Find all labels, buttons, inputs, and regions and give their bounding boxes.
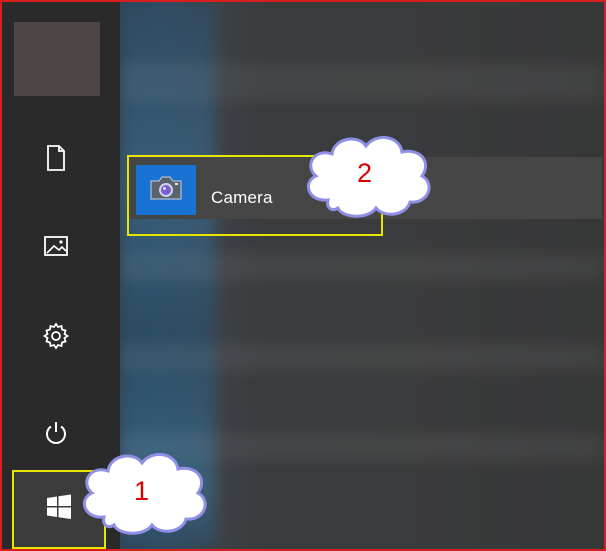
power-icon bbox=[43, 420, 69, 446]
documents-button[interactable] bbox=[30, 132, 82, 184]
tiles-blur-band bbox=[120, 252, 604, 282]
windows-logo-icon bbox=[45, 493, 73, 526]
callout-number-1: 1 bbox=[134, 476, 150, 506]
screenshot-frame: Camera 2 1 bbox=[0, 0, 606, 551]
user-avatar[interactable] bbox=[14, 22, 100, 96]
settings-gear-icon bbox=[42, 322, 70, 350]
pictures-icon bbox=[43, 235, 69, 257]
callout-number-2: 2 bbox=[357, 158, 373, 188]
settings-button[interactable] bbox=[30, 310, 82, 362]
tiles-blur-band bbox=[120, 62, 604, 102]
document-icon bbox=[45, 144, 67, 172]
pictures-button[interactable] bbox=[30, 220, 82, 272]
tiles-blur-band bbox=[120, 342, 604, 372]
